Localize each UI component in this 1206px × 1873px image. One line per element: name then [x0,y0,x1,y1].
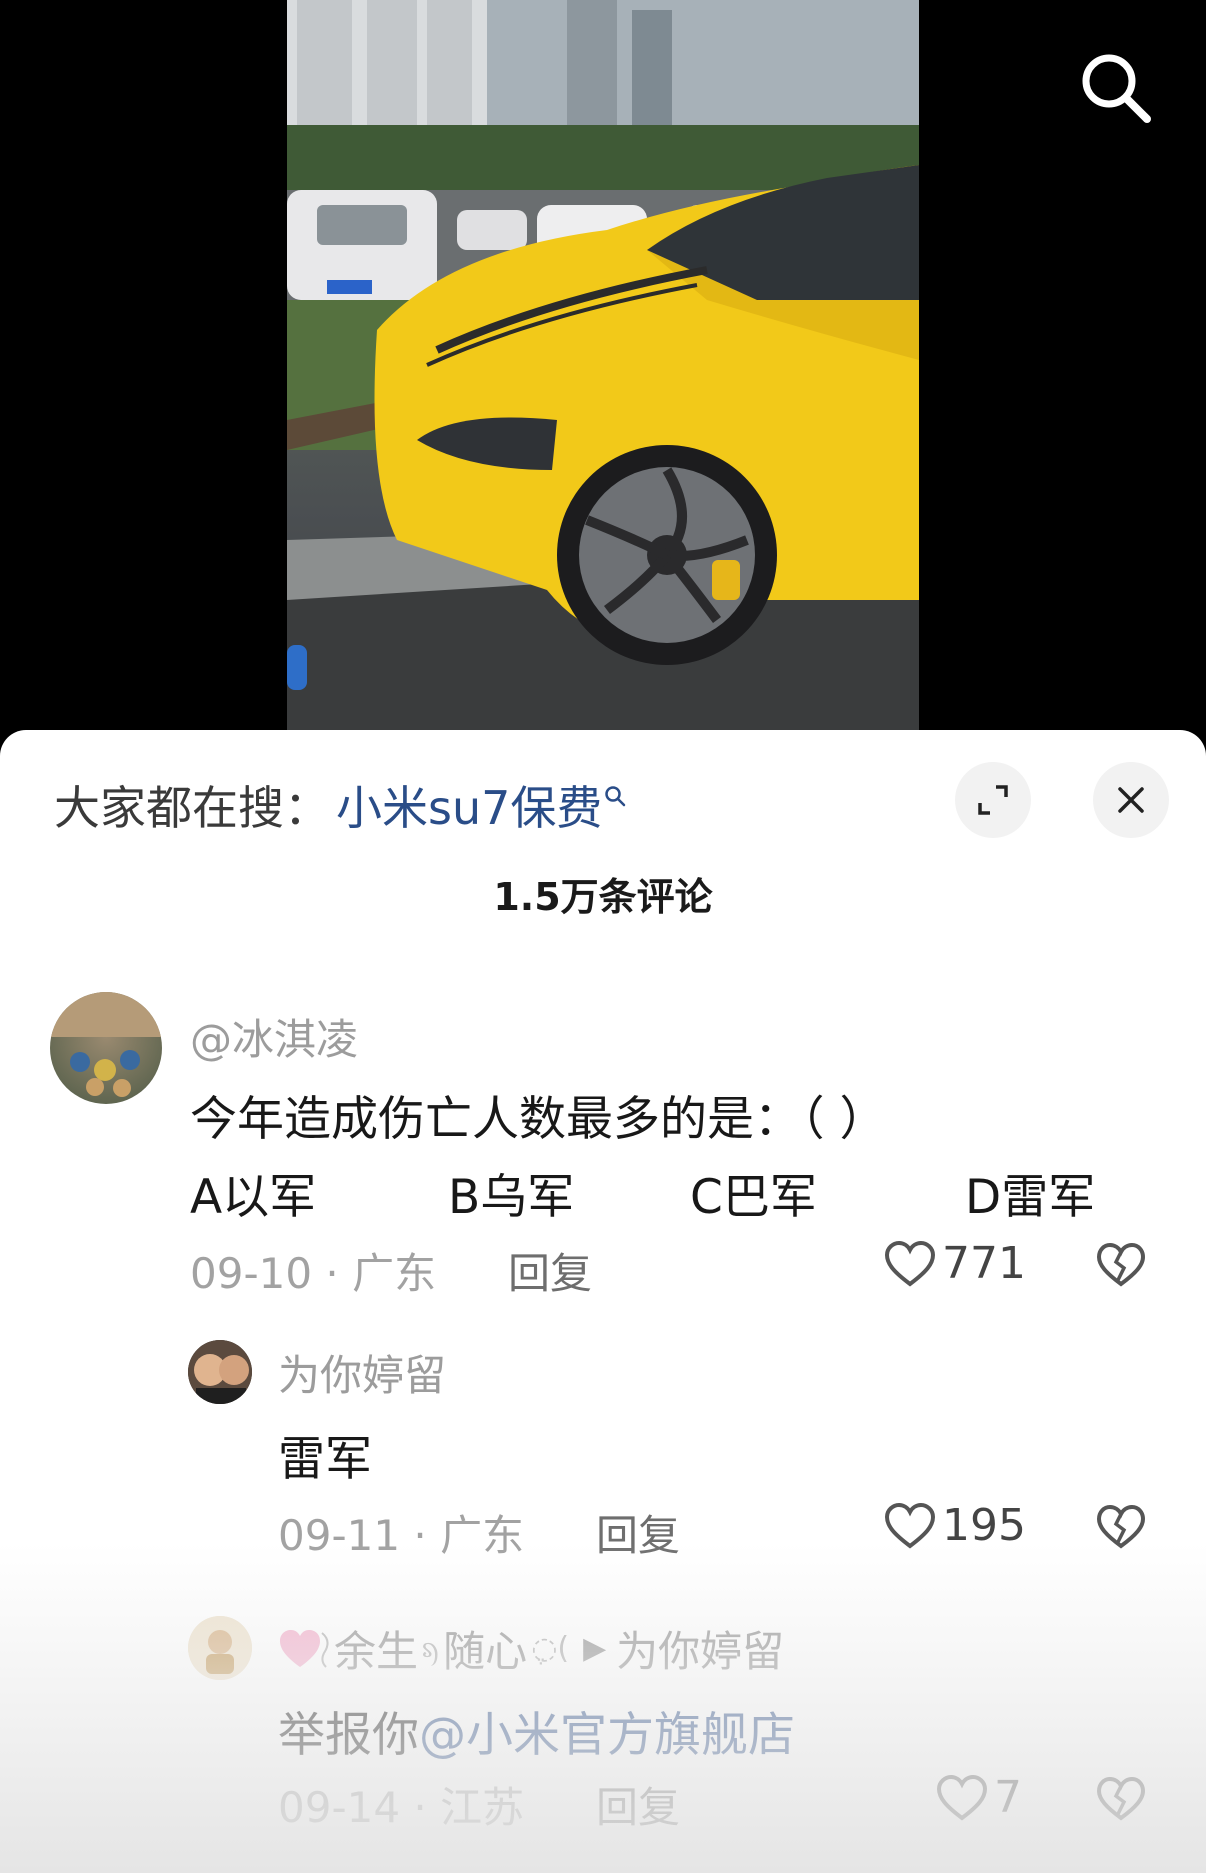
search-button[interactable] [1068,40,1164,136]
comment-option-b: B乌军 [448,1170,575,1225]
like-button[interactable]: 7 [936,1772,1022,1823]
comment-count-title: 1.5万条评论 [493,875,713,919]
reply-button[interactable]: 回复 [596,1774,680,1835]
broken-heart-icon [1096,1242,1146,1287]
broken-heart-icon [1096,1504,1146,1549]
reply-button[interactable]: 回复 [508,1240,592,1301]
avatar[interactable] [188,1616,252,1680]
pink-heart-icon [280,1629,329,1668]
like-button[interactable]: 771 [884,1238,1026,1289]
comment-username-suffix[interactable]: 随心 [443,1618,527,1679]
comment-date-location: 09-10 · 广东 [190,1249,437,1298]
comment-text-prefix: 举报你 [278,1708,419,1763]
reply-to-username[interactable]: 为你婷留 [616,1618,784,1679]
mention-link[interactable]: @小米官方旗舰店 [419,1708,795,1763]
video-player[interactable] [0,0,1206,760]
username-decoration-2: ◌ֶ( [531,1631,570,1666]
comment-username[interactable]: 为你婷留 [278,1342,446,1403]
comment-option-d: D雷军 [965,1170,1096,1225]
avatar-image [188,1340,252,1404]
comment-option-c: C巴军 [690,1170,817,1225]
heart-icon [936,1774,988,1821]
expand-icon [978,785,1008,815]
small-search-icon [605,786,626,807]
comment-text: 举报你@小米官方旗舰店 [278,1696,795,1765]
broken-heart-icon [1096,1776,1146,1821]
comment-date-location: 09-11 · 广东 [278,1511,525,1560]
username-decoration: ᦣ [422,1630,440,1665]
comment-username[interactable]: 余生 [334,1618,418,1679]
dislike-button[interactable] [1096,1776,1146,1826]
heart-icon [884,1240,936,1287]
trending-keyword-link[interactable]: 小米su7保费 [336,772,602,838]
dislike-button[interactable] [1096,1242,1146,1292]
comment-option-a: A以军 [190,1170,317,1225]
reply-button[interactable]: 回复 [596,1502,680,1563]
heart-icon [884,1502,936,1549]
comment-text-line1: 今年造成伤亡人数最多的是：（ ） [190,1092,887,1147]
avatar[interactable] [188,1340,252,1404]
video-still-image [287,0,919,730]
search-icon [1082,54,1151,123]
like-count: 771 [942,1238,1026,1289]
comment-date-location: 09-14 · 江苏 [278,1783,525,1832]
comment-sheet: 大家都在搜： 小米su7保费 1.5万条评论 @冰淇凌 今年造成伤亡人数最多的是… [0,730,1206,1873]
avatar-image [50,992,162,1097]
dislike-button[interactable] [1096,1504,1146,1554]
avatar-image [188,1616,252,1680]
expand-button[interactable] [955,762,1031,838]
like-button[interactable]: 195 [884,1500,1026,1551]
reply-arrow-icon: ▶ [583,1631,607,1666]
like-count: 7 [994,1772,1022,1823]
avatar[interactable] [50,992,162,1104]
comment-username-row: 余生 ᦣ 随心 ◌ֶ( ▶ 为你婷留 [278,1618,784,1679]
trending-label: 大家都在搜： [54,781,330,835]
trending-search-bar: 大家都在搜： 小米su7保费 [54,770,626,840]
comment-text: 雷军 [278,1432,372,1487]
video-frame[interactable] [287,0,919,730]
comment-username[interactable]: @冰淇凌 [190,1006,358,1067]
close-icon [1118,787,1144,813]
close-button[interactable] [1093,762,1169,838]
like-count: 195 [942,1500,1026,1551]
